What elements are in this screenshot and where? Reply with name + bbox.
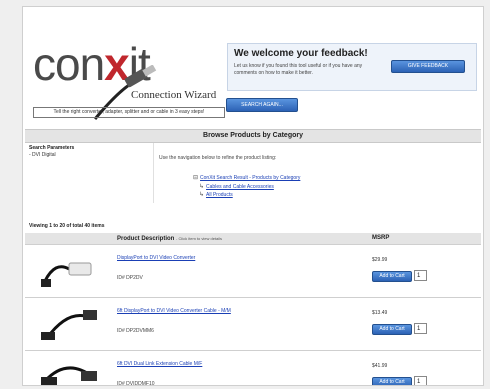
- product-link[interactable]: 6ft DVI Dual Link Extension Cable M/F: [117, 361, 202, 367]
- product-page: conxit Connection Wizard Tell the right …: [22, 6, 484, 386]
- feedback-text: Let us know if you found this tool usefu…: [234, 63, 363, 76]
- table-header: Product Description - Click item to view…: [25, 233, 481, 245]
- column-divider: [153, 143, 154, 203]
- feedback-title: We welcome your feedback!: [234, 48, 368, 59]
- product-id: ID# DP2DV: [117, 275, 143, 281]
- navigation-instructions: Use the navigation below to refine the p…: [159, 155, 277, 161]
- dvi-cable-icon[interactable]: [39, 357, 99, 386]
- column-description-label: Product Description: [117, 236, 175, 242]
- search-parameters-value: - DVI Digital: [29, 152, 56, 158]
- column-description-hint: - Click item to view details: [176, 236, 223, 241]
- product-id: ID# DVIDDMF10: [117, 381, 155, 386]
- adapter-cable-icon[interactable]: [39, 251, 99, 291]
- quantity-input[interactable]: 1: [414, 270, 427, 281]
- tagline: Tell the right converter, adapter, split…: [33, 107, 225, 118]
- search-again-button[interactable]: SEARCH AGAIN...: [226, 98, 298, 112]
- product-link[interactable]: DisplayPort to DVI Video Converter: [117, 255, 195, 261]
- arrow-down-icon: ↳: [199, 192, 205, 198]
- product-price: $29.99: [372, 257, 388, 263]
- arrow-down-icon: ↳: [199, 184, 205, 190]
- add-to-cart-button[interactable]: Add to Cart: [372, 271, 412, 282]
- feedback-box: We welcome your feedback! Let us know if…: [227, 43, 477, 91]
- table-row: 6ft DVI Dual Link Extension Cable M/F ID…: [25, 351, 481, 386]
- category-link-all[interactable]: All Products: [206, 192, 233, 198]
- quantity-input[interactable]: 1: [414, 323, 427, 334]
- add-to-cart-button[interactable]: Add to Cart: [372, 377, 412, 385]
- give-feedback-button[interactable]: GIVE FEEDBACK: [391, 60, 465, 73]
- logo-subtitle: Connection Wizard: [131, 89, 217, 101]
- table-row: 6ft DisplayPort to DVI Video Converter C…: [25, 298, 481, 351]
- category-tree-root[interactable]: ⊟ ConXit Search Result - Products by Cate…: [193, 174, 300, 181]
- add-to-cart-button[interactable]: Add to Cart: [372, 324, 412, 335]
- cable-icon[interactable]: [39, 304, 99, 344]
- product-price: $13.49: [372, 310, 388, 316]
- results-count: Viewing 1 to 20 of total 40 items: [29, 223, 105, 229]
- product-id: ID# DP2DVMM6: [117, 328, 154, 334]
- product-price: $41.99: [372, 363, 388, 369]
- category-header: Browse Products by Category: [25, 129, 481, 143]
- product-link[interactable]: 6ft DisplayPort to DVI Video Converter C…: [117, 308, 231, 314]
- category-tree-item[interactable]: ↳ Cables and Cable Accessories: [199, 183, 274, 190]
- table-row: DisplayPort to DVI Video Converter ID# D…: [25, 245, 481, 298]
- conxit-logo[interactable]: conxit Connection Wizard: [29, 27, 225, 120]
- search-parameters-label: Search Parameters: [29, 145, 75, 151]
- tree-node-icon: ⊟: [193, 175, 199, 181]
- quantity-input[interactable]: 1: [414, 376, 427, 385]
- category-tree-item[interactable]: ↳ All Products: [199, 191, 233, 198]
- column-header-msrp: MSRP: [372, 235, 390, 241]
- column-header-description: Product Description - Click item to view…: [117, 233, 222, 245]
- category-link-cables[interactable]: Cables and Cable Accessories: [206, 184, 274, 190]
- category-link-root[interactable]: ConXit Search Result - Products by Categ…: [200, 175, 300, 181]
